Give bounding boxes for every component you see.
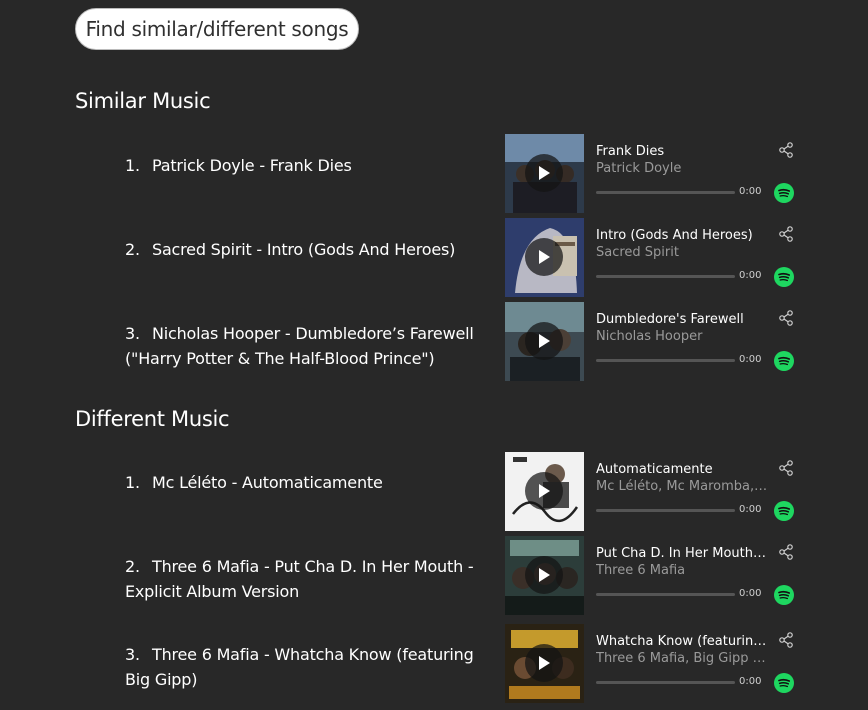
- different-song-text-3: 3. Three 6 Mafia - Whatcha Know (featurin…: [125, 642, 490, 692]
- track-title[interactable]: Frank Dies: [596, 144, 768, 159]
- play-icon: [539, 250, 550, 264]
- progress-bar[interactable]: [596, 191, 735, 194]
- share-icon[interactable]: [778, 632, 794, 648]
- track-title[interactable]: Put Cha D. In Her Mouth - Explicit Album…: [596, 546, 768, 561]
- time-display: 0:00: [739, 504, 762, 515]
- album-cover: [505, 134, 584, 213]
- track-title[interactable]: Automaticamente: [596, 462, 768, 477]
- spotify-player: Whatcha Know (featuring Big Gipp) Three …: [505, 624, 800, 703]
- play-button[interactable]: [525, 238, 563, 276]
- track-artist[interactable]: Nicholas Hooper: [596, 329, 768, 344]
- album-cover: [505, 536, 584, 615]
- track-artist[interactable]: Mc Léléto, Mc Maromba, Mc Kapela: [596, 479, 768, 494]
- spotify-player: Intro (Gods And Heroes) Sacred Spirit 0:…: [505, 218, 800, 297]
- song-label: Patrick Doyle - Frank Dies: [152, 156, 352, 175]
- list-number: 3.: [125, 645, 140, 664]
- different-music-heading: Different Music: [75, 407, 230, 431]
- play-button[interactable]: [525, 556, 563, 594]
- progress-bar[interactable]: [596, 509, 735, 512]
- progress-bar[interactable]: [596, 359, 735, 362]
- song-label: Sacred Spirit - Intro (Gods And Heroes): [152, 240, 456, 259]
- song-label: Nicholas Hooper - Dumbledore’s Farewell …: [125, 324, 474, 368]
- spotify-icon[interactable]: [774, 267, 794, 287]
- progress-bar[interactable]: [596, 275, 735, 278]
- track-title[interactable]: Whatcha Know (featuring Big Gipp): [596, 634, 768, 649]
- track-title[interactable]: Intro (Gods And Heroes): [596, 228, 768, 243]
- similar-song-text-2: 2. Sacred Spirit - Intro (Gods And Heroes…: [125, 237, 490, 262]
- play-icon: [539, 166, 550, 180]
- song-label: Three 6 Mafia - Whatcha Know (featuring …: [125, 645, 474, 689]
- play-button[interactable]: [525, 322, 563, 360]
- track-artist[interactable]: Sacred Spirit: [596, 245, 768, 260]
- different-song-text-2: 2. Three 6 Mafia - Put Cha D. In Her Mout…: [125, 554, 490, 604]
- song-label: Three 6 Mafia - Put Cha D. In Her Mouth …: [125, 557, 474, 601]
- similar-song-text-3: 3. Nicholas Hooper - Dumbledore’s Farewel…: [125, 321, 490, 371]
- similar-song-text-1: 1. Patrick Doyle - Frank Dies: [125, 153, 490, 178]
- progress-bar[interactable]: [596, 681, 735, 684]
- album-cover: [505, 218, 584, 297]
- similar-music-heading: Similar Music: [75, 89, 211, 113]
- list-number: 1.: [125, 156, 140, 175]
- share-icon[interactable]: [778, 226, 794, 242]
- list-number: 2.: [125, 240, 140, 259]
- time-display: 0:00: [739, 676, 762, 687]
- list-number: 1.: [125, 473, 140, 492]
- spotify-player: Automaticamente Mc Léléto, Mc Maromba, M…: [505, 452, 800, 531]
- share-icon[interactable]: [778, 544, 794, 560]
- spotify-icon[interactable]: [774, 585, 794, 605]
- album-cover: [505, 302, 584, 381]
- track-title[interactable]: Dumbledore's Farewell: [596, 312, 768, 327]
- time-display: 0:00: [739, 354, 762, 365]
- play-icon: [539, 656, 550, 670]
- different-song-text-1: 1. Mc Léléto - Automaticamente: [125, 470, 490, 495]
- time-display: 0:00: [739, 186, 762, 197]
- play-button[interactable]: [525, 154, 563, 192]
- find-similar-different-button[interactable]: Find similar/different songs: [75, 8, 359, 50]
- share-icon[interactable]: [778, 310, 794, 326]
- track-artist[interactable]: Three 6 Mafia, Big Gipp ohne Big: [596, 651, 768, 666]
- play-button[interactable]: [525, 644, 563, 682]
- list-number: 2.: [125, 557, 140, 576]
- track-artist[interactable]: Patrick Doyle: [596, 161, 768, 176]
- track-artist[interactable]: Three 6 Mafia: [596, 563, 768, 578]
- spotify-player: Put Cha D. In Her Mouth - Explicit Album…: [505, 536, 800, 615]
- share-icon[interactable]: [778, 142, 794, 158]
- play-icon: [539, 568, 550, 582]
- list-number: 3.: [125, 324, 140, 343]
- album-cover: [505, 624, 584, 703]
- play-icon: [539, 484, 550, 498]
- time-display: 0:00: [739, 270, 762, 281]
- spotify-player: Frank Dies Patrick Doyle 0:00: [505, 134, 800, 213]
- play-icon: [539, 334, 550, 348]
- song-label: Mc Léléto - Automaticamente: [152, 473, 383, 492]
- spotify-player: Dumbledore's Farewell Nicholas Hooper 0:…: [505, 302, 800, 381]
- album-cover: [505, 452, 584, 531]
- spotify-icon[interactable]: [774, 351, 794, 371]
- time-display: 0:00: [739, 588, 762, 599]
- share-icon[interactable]: [778, 460, 794, 476]
- play-button[interactable]: [525, 472, 563, 510]
- spotify-icon[interactable]: [774, 183, 794, 203]
- spotify-icon[interactable]: [774, 673, 794, 693]
- spotify-icon[interactable]: [774, 501, 794, 521]
- progress-bar[interactable]: [596, 593, 735, 596]
